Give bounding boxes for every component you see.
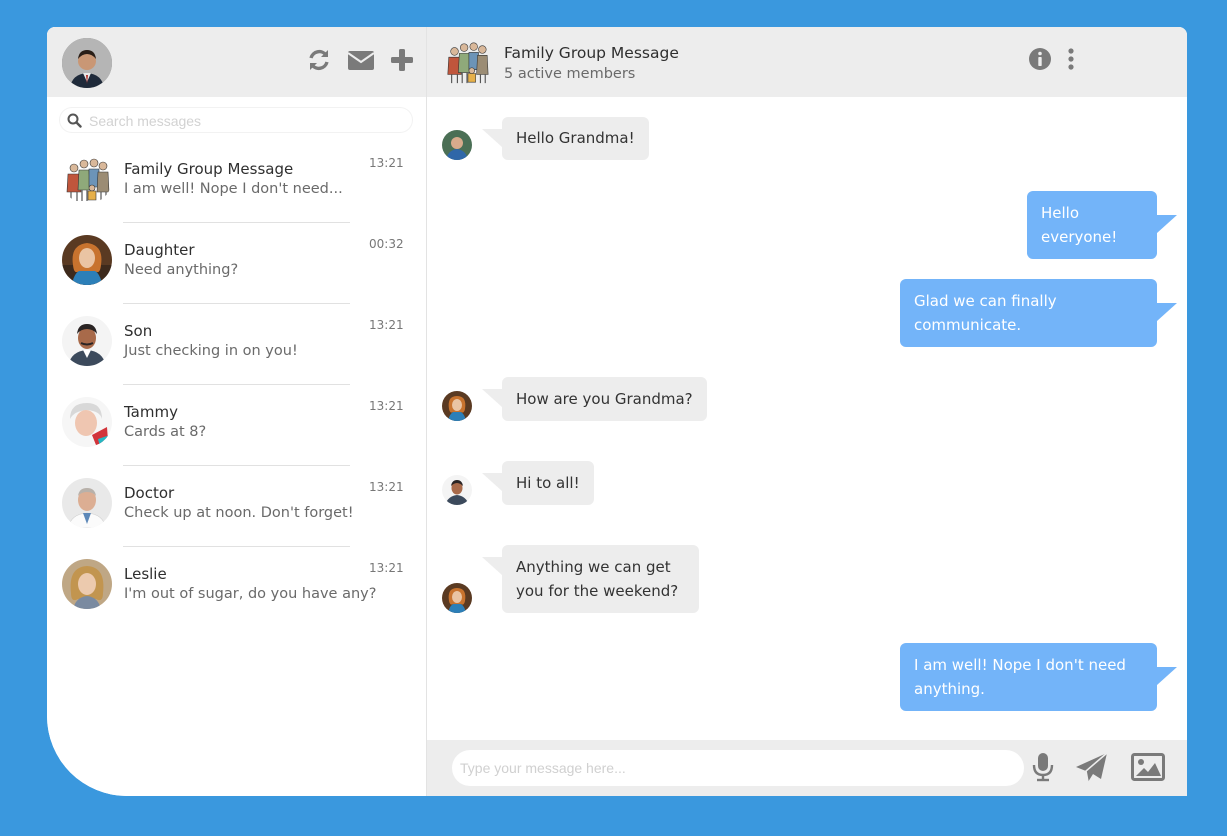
image-icon[interactable]	[1131, 753, 1165, 781]
son-avatar	[442, 475, 472, 505]
message-text: I am well! Nope I don't need	[914, 656, 1126, 674]
message-bubble-incoming: Hello Grandma!	[482, 117, 649, 160]
message-text: Hello Grandma!	[516, 129, 635, 147]
conversation-preview: Check up at noon. Don't forget!	[124, 505, 354, 521]
message-input[interactable]	[452, 750, 1024, 786]
message-bubble-outgoing: I am well! Nope I don't need anything.	[900, 643, 1177, 711]
conversation-name: Son	[124, 322, 153, 340]
conversation-time: 13:21	[369, 561, 404, 575]
conversation-name: Tammy	[124, 403, 178, 421]
tammy-avatar	[62, 397, 112, 447]
send-icon[interactable]	[1075, 752, 1109, 784]
grandson-avatar	[442, 130, 472, 160]
family-group-avatar	[62, 154, 112, 204]
conversation-item-daughter[interactable]: Daughter Need anything? 00:32	[47, 223, 426, 304]
message-text: Hi to all!	[516, 474, 580, 492]
message-bubble-incoming: How are you Grandma?	[482, 377, 707, 421]
daughter-avatar	[442, 583, 472, 613]
conversation-preview: Need anything?	[124, 262, 239, 278]
sidebar-header	[47, 27, 426, 97]
message-text: everyone!	[1041, 228, 1118, 246]
chat-subtitle: 5 active members	[504, 66, 636, 82]
my-profile-avatar[interactable]	[62, 38, 112, 88]
conversation-time: 00:32	[369, 237, 404, 251]
plus-icon[interactable]	[390, 47, 416, 73]
message-text: Anything we can get	[516, 558, 671, 576]
leslie-avatar	[62, 559, 112, 609]
message-composer	[427, 740, 1187, 796]
conversation-item-leslie[interactable]: Leslie I'm out of sugar, do you have any…	[47, 547, 426, 628]
conversation-time: 13:21	[369, 480, 404, 494]
group-avatar[interactable]	[443, 37, 491, 87]
message-bubble-outgoing: Glad we can finally communicate.	[900, 279, 1177, 347]
message-bubble-incoming: Hi to all!	[482, 461, 594, 505]
refresh-icon[interactable]	[306, 47, 332, 73]
conversation-name: Doctor	[124, 484, 175, 502]
chat-title: Family Group Message	[504, 44, 679, 62]
search-box	[59, 107, 413, 135]
conversation-item-doctor[interactable]: Doctor Check up at noon. Don't forget! 1…	[47, 466, 426, 547]
doctor-avatar	[62, 478, 112, 528]
kebab-menu-icon[interactable]	[1065, 47, 1077, 71]
message-text: Hello	[1041, 204, 1080, 222]
conversation-preview: Cards at 8?	[124, 424, 207, 440]
conversation-name: Daughter	[124, 241, 195, 259]
conversation-item-son[interactable]: Son Just checking in on you! 13:21	[47, 304, 426, 385]
messenger-window: Family Group Message I am well! Nope I d…	[47, 27, 1187, 796]
daughter-avatar	[62, 235, 112, 285]
conversation-time: 13:21	[369, 399, 404, 413]
conversation-preview: Just checking in on you!	[124, 343, 298, 359]
microphone-icon[interactable]	[1032, 752, 1054, 782]
conversation-preview: I am well! Nope I don't need...	[124, 181, 343, 197]
message-text: communicate.	[914, 316, 1022, 334]
message-text: How are you Grandma?	[516, 390, 693, 408]
conversation-name: Family Group Message	[124, 160, 294, 178]
message-bubble-outgoing: Hello everyone!	[1027, 191, 1177, 259]
son-avatar	[62, 316, 112, 366]
conversation-item-family-group[interactable]: Family Group Message I am well! Nope I d…	[47, 142, 426, 223]
conversation-name: Leslie	[124, 565, 167, 583]
message-text: Glad we can finally	[914, 292, 1057, 310]
info-icon[interactable]	[1028, 47, 1052, 71]
search-icon	[67, 113, 82, 128]
envelope-icon[interactable]	[347, 47, 375, 73]
message-text: anything.	[914, 680, 985, 698]
conversation-time: 13:21	[369, 156, 404, 170]
message-text: you for the weekend?	[516, 582, 679, 600]
conversation-sidebar: Family Group Message I am well! Nope I d…	[47, 27, 427, 796]
search-input[interactable]	[87, 107, 411, 135]
message-bubble-incoming: Anything we can get you for the weekend?	[482, 545, 699, 613]
conversation-preview: I'm out of sugar, do you have any?	[124, 586, 377, 602]
conversation-item-tammy[interactable]: Tammy Cards at 8? 13:21	[47, 385, 426, 466]
daughter-avatar	[442, 391, 472, 421]
chat-panel: Family Group Message 5 active members He…	[427, 27, 1187, 796]
chat-header: Family Group Message 5 active members	[427, 27, 1187, 97]
conversation-time: 13:21	[369, 318, 404, 332]
